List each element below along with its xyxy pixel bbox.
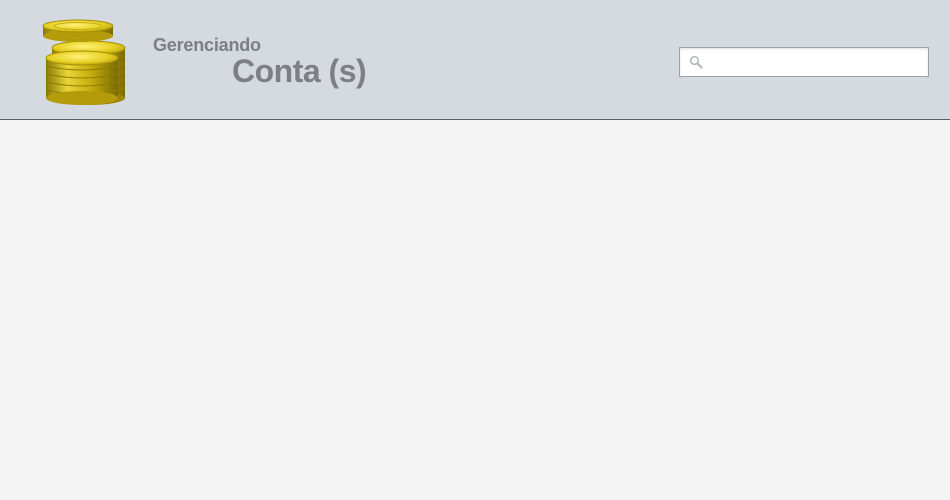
main-content [0,121,950,500]
coins-stack-icon [42,19,126,105]
search-input[interactable] [708,52,918,72]
app-header: Gerenciando Conta (s) [0,0,950,120]
search-box[interactable] [679,47,929,77]
search-icon [689,55,703,69]
page-title: Conta (s) [232,53,367,89]
